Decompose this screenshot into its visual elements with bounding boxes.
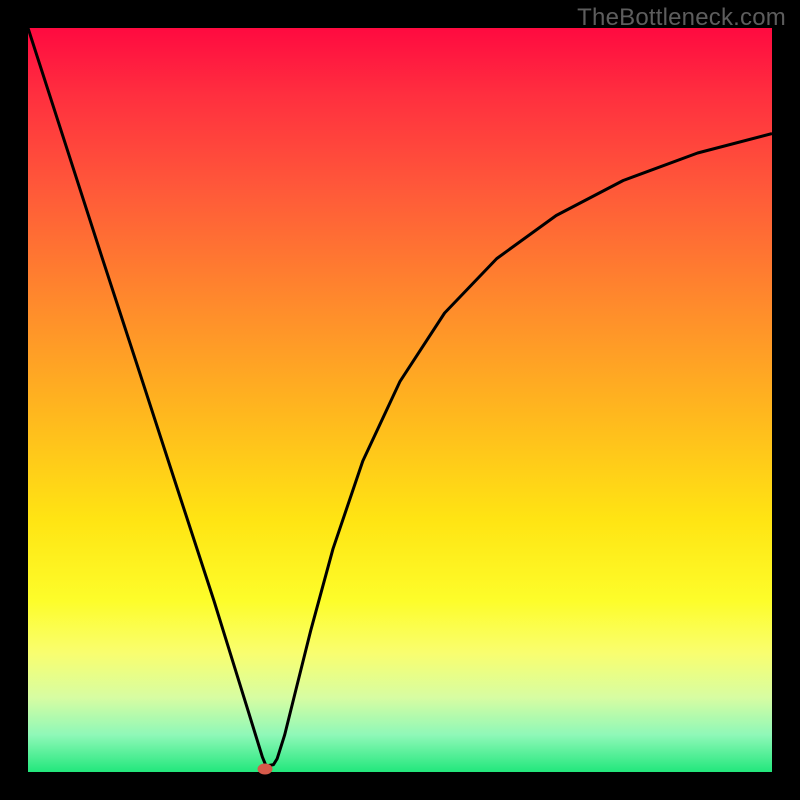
watermark-text: TheBottleneck.com bbox=[577, 4, 786, 32]
plot-area bbox=[28, 28, 772, 772]
chart-frame: TheBottleneck.com bbox=[0, 0, 800, 800]
minimum-marker bbox=[257, 764, 272, 775]
curve-path bbox=[28, 28, 772, 766]
curve-svg bbox=[28, 28, 772, 772]
